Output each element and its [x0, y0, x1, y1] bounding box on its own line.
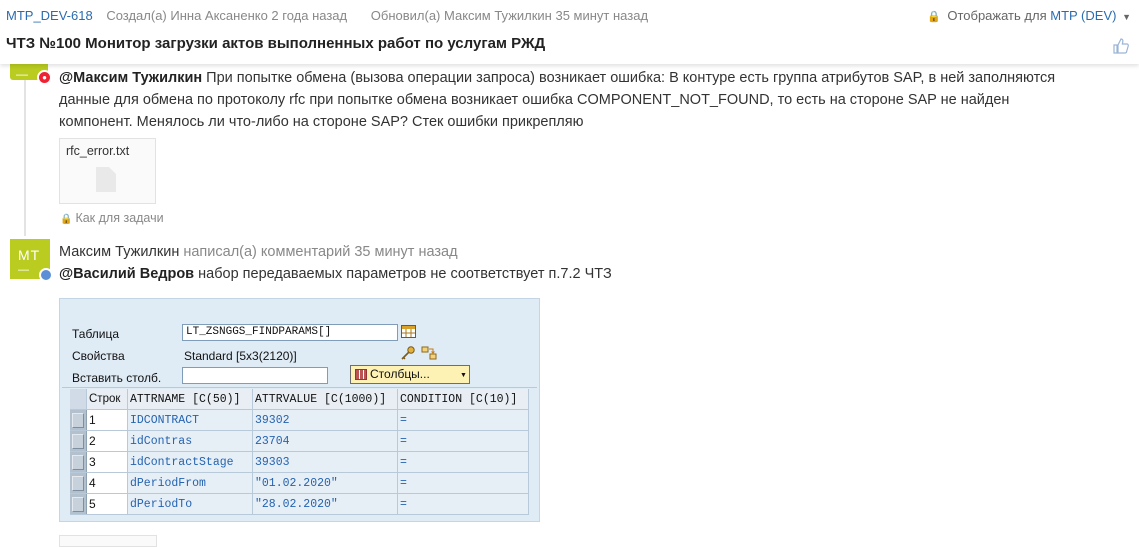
- table-label: Таблица: [72, 327, 120, 341]
- visibility-scope[interactable]: MTP (DEV): [1050, 8, 1116, 23]
- table-view-icon[interactable]: [401, 325, 416, 338]
- column-header[interactable]: CONDITION [C(10)]: [397, 389, 529, 410]
- attachment-tile[interactable]: [59, 535, 157, 547]
- visibility-prefix: Отображать для: [947, 8, 1047, 23]
- row-selector[interactable]: [70, 472, 87, 494]
- issue-header: MTP_DEV-618 Создал(а) Инна Аксаненко 2 г…: [0, 0, 1139, 64]
- comment-header: Максим Тужилкин написал(а) комментарий 3…: [59, 244, 458, 260]
- condition-cell[interactable]: =: [397, 409, 529, 431]
- sap-data-grid: Строк ATTRNAME [C(50)] ATTRVALUE [C(1000…: [70, 389, 529, 515]
- row-selector[interactable]: [70, 430, 87, 452]
- comment-text: При попытке обмена (вызова операции запр…: [59, 70, 1056, 130]
- comment-body: @Василий Ведров набор передаваемых парам…: [59, 266, 612, 282]
- attrname-cell[interactable]: dPeriodFrom: [127, 472, 253, 494]
- divider: [62, 387, 537, 388]
- attrname-cell[interactable]: IDCONTRACT: [127, 409, 253, 431]
- transfer-icon[interactable]: [421, 345, 438, 361]
- row-number: 4: [86, 472, 128, 494]
- columns-icon: [355, 369, 367, 380]
- mention-link[interactable]: @Василий Ведров: [59, 266, 194, 282]
- table-row[interactable]: 5 dPeriodTo "28.02.2020" =: [70, 493, 529, 515]
- avatar-initials: MT: [18, 247, 41, 263]
- comment-action: написал(а) комментарий 35 минут назад: [179, 244, 458, 260]
- column-header[interactable]: Строк: [86, 389, 128, 410]
- condition-cell[interactable]: =: [397, 430, 529, 452]
- column-header[interactable]: ATTRVALUE [C(1000)]: [252, 389, 398, 410]
- key-icon[interactable]: [400, 345, 416, 361]
- issue-meta: MTP_DEV-618 Создал(а) Инна Аксаненко 2 г…: [6, 8, 648, 23]
- columns-button[interactable]: Столбцы...: [350, 365, 459, 384]
- attrvalue-cell[interactable]: 23704: [252, 430, 398, 452]
- insert-column-field[interactable]: [182, 367, 328, 384]
- column-header[interactable]: ATTRNAME [C(50)]: [127, 389, 253, 410]
- thumbs-up-icon[interactable]: [1113, 38, 1129, 54]
- select-all-cell[interactable]: [70, 389, 87, 410]
- row-number: 5: [86, 493, 128, 515]
- attachment-tile[interactable]: rfc_error.txt: [59, 138, 156, 204]
- properties-value: Standard [5x3(2120)]: [184, 349, 297, 363]
- author-link[interactable]: Максим Тужилкин: [59, 244, 179, 260]
- visibility-selector[interactable]: 🔒 Отображать для MTP (DEV) ▼: [927, 8, 1131, 23]
- thread-line: [24, 64, 26, 236]
- condition-cell[interactable]: =: [397, 451, 529, 473]
- attrname-cell[interactable]: idContractStage: [127, 451, 253, 473]
- updated-info: Обновил(а) Максим Тужилкин 35 минут наза…: [370, 8, 649, 23]
- insert-column-label: Вставить столб.: [72, 371, 162, 385]
- row-number: 1: [86, 409, 128, 431]
- issue-key-link[interactable]: MTP_DEV-618: [6, 8, 93, 23]
- properties-label: Свойства: [72, 349, 125, 363]
- row-selector[interactable]: [70, 409, 87, 431]
- row-number: 2: [86, 430, 128, 452]
- table-row[interactable]: 4 dPeriodFrom "01.02.2020" =: [70, 472, 529, 494]
- status-badge: [39, 268, 53, 282]
- row-selector[interactable]: [70, 451, 87, 473]
- attrname-cell[interactable]: idContras: [127, 430, 253, 452]
- lock-icon: 🔒: [927, 11, 941, 23]
- avatar[interactable]: MT —: [10, 239, 53, 282]
- table-row[interactable]: 2 idContras 23704 =: [70, 430, 529, 452]
- file-icon: [96, 167, 116, 192]
- table-row[interactable]: 3 idContractStage 39303 =: [70, 451, 529, 473]
- condition-cell[interactable]: =: [397, 493, 529, 515]
- lock-icon: 🔒: [60, 214, 73, 225]
- columns-dropdown-icon[interactable]: ▼: [458, 365, 470, 384]
- chevron-down-icon[interactable]: ▼: [1122, 12, 1131, 22]
- table-row[interactable]: 1 IDCONTRACT 39302 =: [70, 409, 529, 431]
- created-info: Создал(а) Инна Аксаненко 2 года назад: [106, 8, 348, 23]
- status-badge: ●: [37, 70, 52, 85]
- attrvalue-cell[interactable]: 39302: [252, 409, 398, 431]
- attrvalue-cell[interactable]: 39303: [252, 451, 398, 473]
- attrvalue-cell[interactable]: "01.02.2020": [252, 472, 398, 494]
- comment-text: набор передаваемых параметров не соответ…: [194, 266, 612, 282]
- attrvalue-cell[interactable]: "28.02.2020": [252, 493, 398, 515]
- row-number: 3: [86, 451, 128, 473]
- comment-body: @Максим Тужилкин При попытке обмена (выз…: [59, 67, 1059, 133]
- condition-cell[interactable]: =: [397, 472, 529, 494]
- sap-debugger-screenshot: Таблица LT_ZSNGGS_FINDPARAMS[] Свойства …: [59, 298, 540, 522]
- page-title: ЧТЗ №100 Монитор загрузки актов выполнен…: [6, 35, 546, 52]
- attachment-name[interactable]: rfc_error.txt: [66, 144, 129, 158]
- row-selector[interactable]: [70, 493, 87, 515]
- table-name-field[interactable]: LT_ZSNGGS_FINDPARAMS[]: [182, 324, 398, 341]
- comment-visibility: 🔒 Как для задачи: [60, 211, 164, 225]
- attrname-cell[interactable]: dPeriodTo: [127, 493, 253, 515]
- mention-link[interactable]: @Максим Тужилкин: [59, 70, 202, 86]
